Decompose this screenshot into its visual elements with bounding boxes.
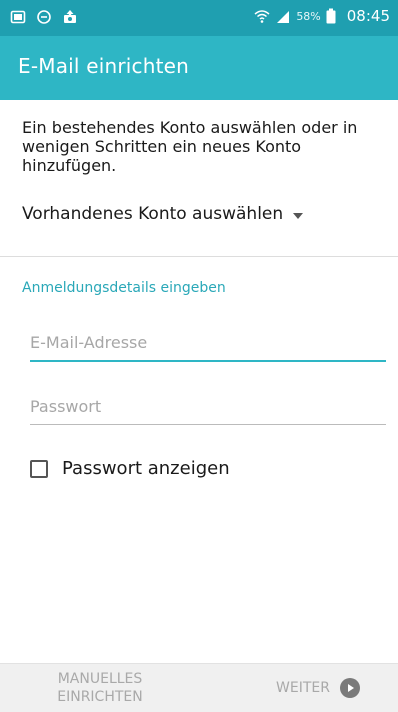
next-label: WEITER [276, 680, 330, 696]
screenshot-icon [10, 9, 26, 25]
password-field-container [30, 392, 386, 425]
page-title: E-Mail einrichten [18, 54, 190, 78]
signal-icon [275, 8, 291, 24]
do-not-disturb-icon [36, 9, 52, 25]
show-password-row[interactable]: Passwort anzeigen [30, 458, 230, 479]
bottom-action-bar: MANUELLES EINRICHTEN WEITER [0, 663, 398, 712]
wifi-icon [254, 8, 270, 24]
status-bar: 58% 08:45 [0, 0, 398, 36]
password-input[interactable] [30, 392, 386, 420]
next-button[interactable]: WEITER [276, 678, 360, 698]
email-input[interactable] [30, 328, 386, 356]
upload-icon [62, 9, 78, 25]
show-password-checkbox[interactable] [30, 459, 48, 478]
email-field-container [30, 328, 386, 362]
next-arrow-icon [340, 678, 360, 698]
battery-percentage: 58% [296, 9, 321, 23]
existing-account-label: Vorhandenes Konto auswählen [22, 204, 284, 224]
email-underline [30, 360, 386, 362]
intro-text: Ein bestehendes Konto auswählen oder in … [22, 118, 358, 175]
show-password-label: Passwort anzeigen [62, 458, 230, 479]
manual-setup-label: MANUELLES EINRICHTEN [57, 671, 143, 705]
existing-account-dropdown[interactable]: Vorhandenes Konto auswählen [22, 204, 304, 224]
divider [0, 256, 398, 257]
app-bar: E-Mail einrichten [0, 36, 398, 100]
section-header-login-details: Anmeldungsdetails eingeben [22, 280, 226, 296]
battery-icon [326, 8, 342, 24]
dropdown-arrow-icon [293, 212, 304, 219]
password-underline [30, 424, 386, 425]
manual-setup-button[interactable]: MANUELLES EINRICHTEN [40, 670, 160, 706]
clock: 08:45 [346, 7, 390, 25]
status-right-icons: 58% 08:45 [254, 7, 390, 25]
status-left-icons [10, 9, 78, 25]
